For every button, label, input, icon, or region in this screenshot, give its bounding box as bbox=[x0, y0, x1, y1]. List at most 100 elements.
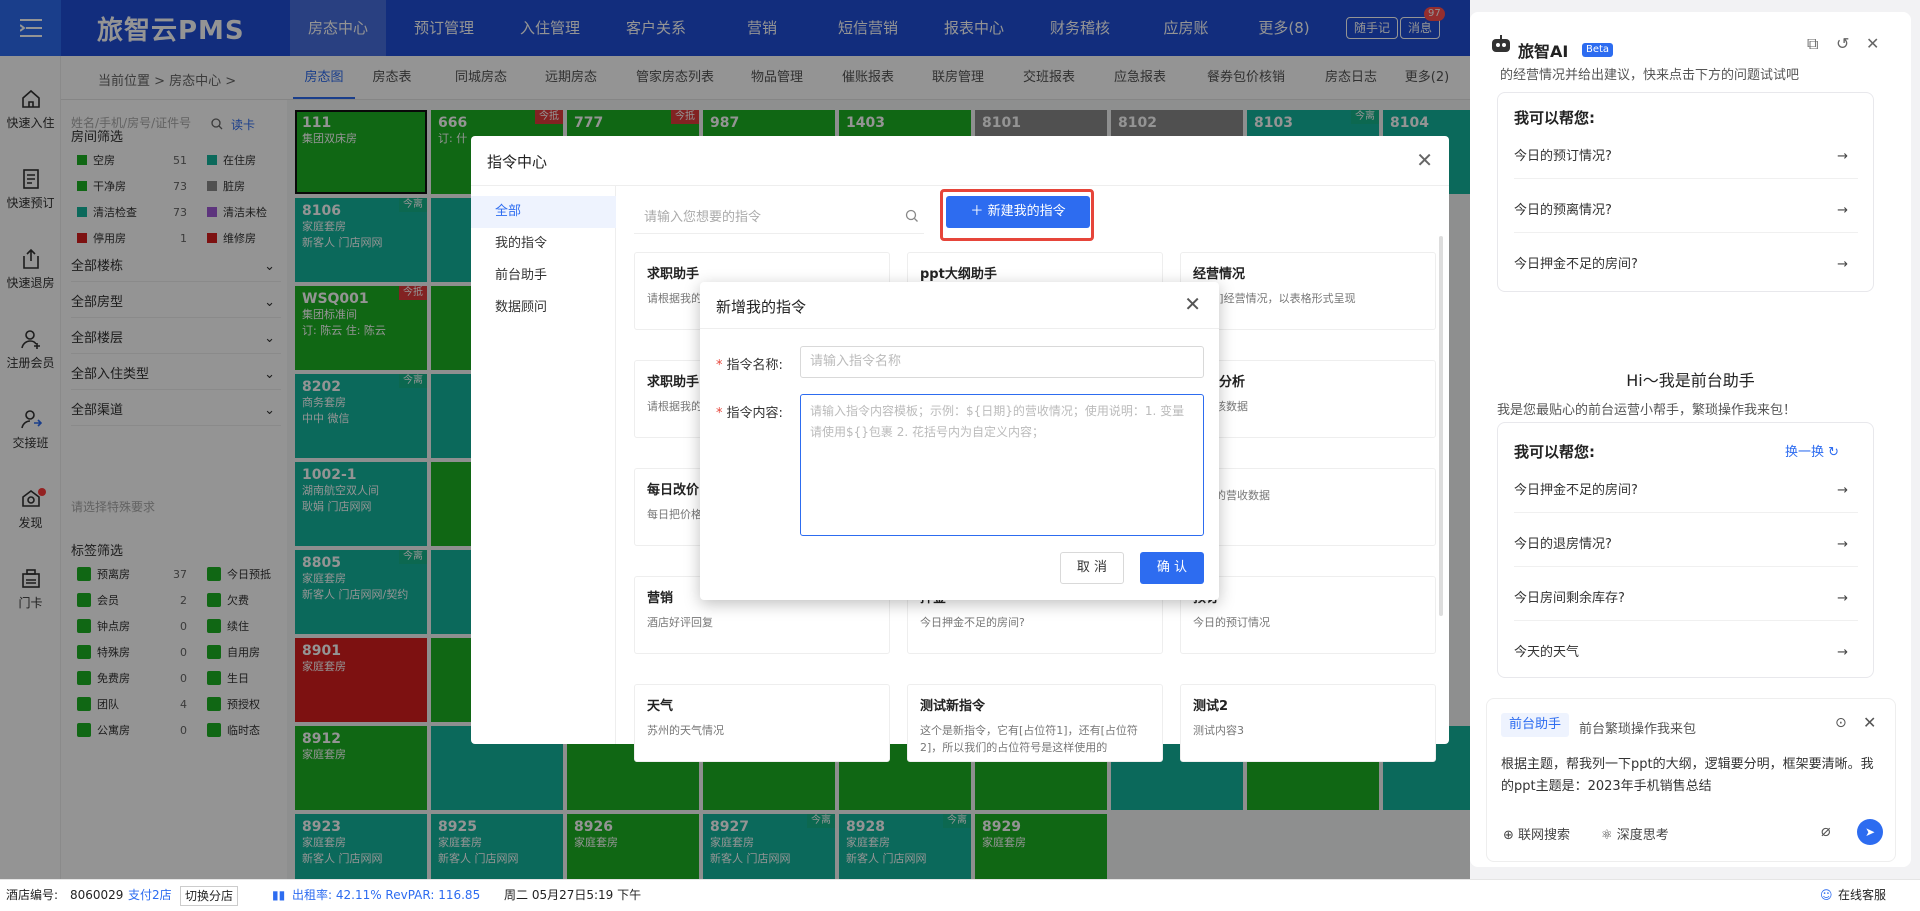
ai-card: 旅智AI Beta ⧉ ↺ ✕ 的经营情况并给出建议，快来点击下方的问题试试吧 … bbox=[1470, 12, 1911, 867]
category-data-advisor[interactable]: 数据顾问 bbox=[471, 292, 616, 324]
ai-assistant-panel: 旅智AI Beta ⧉ ↺ ✕ 的经营情况并给出建议，快来点击下方的问题试试吧 … bbox=[1470, 0, 1920, 879]
swap-label: 换一换 bbox=[1785, 445, 1825, 460]
category-front-desk[interactable]: 前台助手 bbox=[471, 260, 616, 292]
refresh-suggestions-button[interactable]: 换一换 ↻ bbox=[1785, 441, 1839, 460]
command-search-input[interactable]: 请输入您想要的指令 bbox=[634, 202, 924, 234]
attachment-icon[interactable]: ⌀ bbox=[1821, 821, 1831, 840]
card-description: 苏州的天气情况 bbox=[647, 724, 724, 737]
command-card[interactable]: 天气 苏州的天气情况 bbox=[634, 684, 890, 762]
card-title: 天气 bbox=[647, 699, 674, 714]
question-text: 今日的预离情况? bbox=[1514, 203, 1612, 218]
ai-name: 旅智AI bbox=[1518, 42, 1569, 61]
command-content-label: * 指令内容: bbox=[716, 402, 783, 421]
suggestion-question[interactable]: 今日房间剩余库存? → bbox=[1514, 577, 1858, 621]
card-title: 测试新指令 bbox=[920, 699, 986, 714]
ai-hint-text: 的经营情况并给出建议，快来点击下方的问题试试吧 bbox=[1500, 68, 1800, 83]
card-description: 今日的营收数据 bbox=[1193, 489, 1270, 502]
option-label: 深度思考 bbox=[1616, 828, 1669, 843]
mode-tag[interactable]: 前台助手 bbox=[1501, 713, 1570, 737]
command-content-textarea[interactable]: 请输入指令内容模板；示例：${日期}的营收情况；使用说明：1. 变量请使用${}… bbox=[800, 394, 1204, 536]
close-icon[interactable]: ✕ bbox=[1184, 292, 1201, 316]
dialog-header: 新增我的指令 ✕ bbox=[700, 282, 1219, 329]
help-title: 我可以帮您: bbox=[1514, 443, 1595, 461]
refresh-icon: ↻ bbox=[1828, 445, 1840, 460]
arrow-right-icon: → bbox=[1837, 257, 1848, 272]
switch-branch-button[interactable]: 切换分店 bbox=[180, 886, 239, 906]
suggestion-question[interactable]: 今天的天气 → bbox=[1514, 631, 1858, 675]
hotel-number-label: 酒店编号: bbox=[6, 888, 59, 902]
card-description: 这个是新指令，它有[占位符1]，还有[占位符2]，所以我们的占位符号是这样使用的 bbox=[920, 724, 1138, 754]
confirm-button[interactable]: 确 认 bbox=[1140, 552, 1204, 584]
command-card[interactable]: 测试2 测试内容3 bbox=[1180, 684, 1436, 762]
arrow-right-icon: → bbox=[1837, 149, 1848, 164]
robot-icon bbox=[1492, 35, 1510, 52]
globe-icon: ⊕ bbox=[1503, 828, 1519, 843]
category-mine[interactable]: 我的指令 bbox=[471, 228, 616, 260]
ai-input-box: 前台助手 前台繁琐操作我来包 ⊙ ✕ 根据主题，帮我列一下ppt的大纲，逻辑要分… bbox=[1486, 698, 1896, 862]
command-card[interactable]: 测试新指令这个是新指令，它有[占位符1]，还有[占位符2]，所以我们的占位符号是… bbox=[907, 684, 1163, 762]
history-icon[interactable]: ↺ bbox=[1836, 34, 1849, 53]
card-title: ppt大纲助手 bbox=[920, 267, 997, 282]
ai-greeting: Hi～我是前台助手 bbox=[1626, 371, 1755, 390]
label-text: 指令名称: bbox=[726, 358, 783, 373]
question-text: 今日的预订情况? bbox=[1514, 149, 1612, 164]
label-text: 指令内容: bbox=[726, 406, 783, 421]
web-search-toggle[interactable]: ⊕ 联网搜索 bbox=[1503, 824, 1570, 843]
chat-input[interactable]: 根据主题，帮我列一下ppt的大纲，逻辑要分明，框架要清晰。我的ppt主题是：20… bbox=[1501, 754, 1881, 798]
send-button[interactable]: ➤ bbox=[1857, 819, 1883, 845]
highlight-box bbox=[940, 189, 1094, 241]
atom-icon: ⚛ bbox=[1601, 828, 1617, 843]
option-label: 联网搜索 bbox=[1518, 828, 1571, 843]
dialog-header: 指令中心 ✕ bbox=[471, 136, 1449, 186]
help-icon[interactable]: ⊙ bbox=[1835, 715, 1847, 731]
arrow-right-icon: → bbox=[1837, 483, 1848, 498]
suggestion-box-bottom: 我可以帮您: 换一换 ↻ 今日押金不足的房间? → 今日的退房情况? → 今日房间剩… bbox=[1497, 422, 1874, 678]
question-text: 今日的退房情况? bbox=[1514, 537, 1612, 552]
card-title: 数据分析 bbox=[1193, 375, 1246, 390]
card-description: 酒店好评回复 bbox=[647, 616, 713, 629]
hotel-number: 8060029 bbox=[70, 888, 124, 902]
card-title: 经营情况 bbox=[1193, 267, 1246, 282]
branch-name[interactable]: 支付2店 bbox=[128, 880, 172, 911]
question-text: 今日押金不足的房间? bbox=[1514, 483, 1638, 498]
arrow-right-icon: → bbox=[1837, 537, 1848, 552]
suggestion-question[interactable]: 今日的预订情况? → bbox=[1514, 135, 1858, 179]
new-command-dialog: 新增我的指令 ✕ * 指令名称: 请输入指令名称 * 指令内容: 请输入指令内容模板… bbox=[700, 282, 1219, 600]
help-title: 我可以帮您: bbox=[1514, 109, 1595, 127]
close-icon[interactable]: ✕ bbox=[1863, 713, 1876, 732]
category-all[interactable]: 全部 bbox=[471, 196, 616, 228]
card-description: 今日押金不足的房间? bbox=[920, 616, 1025, 629]
suggestion-question[interactable]: 今日的退房情况? → bbox=[1514, 523, 1858, 567]
deep-think-toggle[interactable]: ⚛ 深度思考 bbox=[1601, 824, 1669, 843]
scrollbar[interactable] bbox=[1439, 236, 1443, 616]
close-icon[interactable]: ✕ bbox=[1416, 148, 1433, 172]
dialog-title: 新增我的指令 bbox=[716, 298, 807, 316]
arrow-right-icon: → bbox=[1837, 591, 1848, 606]
status-bar: 酒店编号: 8060029 支付2店 切换分店 ▮▮ 出租率: 42.11% R… bbox=[0, 879, 1920, 911]
current-datetime: 周二 05月27日5:19 下午 bbox=[504, 888, 642, 902]
suggestion-question[interactable]: 今日押金不足的房间? → bbox=[1514, 243, 1858, 287]
card-description: 测试内容3 bbox=[1193, 724, 1244, 737]
required-mark: * bbox=[716, 406, 723, 421]
cancel-button[interactable]: 取 消 bbox=[1060, 552, 1124, 584]
arrow-right-icon: → bbox=[1837, 645, 1848, 660]
online-support-button[interactable]: 在线客服 bbox=[1838, 880, 1886, 911]
card-title: 测试2 bbox=[1193, 699, 1229, 714]
dialog-title: 指令中心 bbox=[487, 153, 548, 171]
question-text: 今日房间剩余库存? bbox=[1514, 591, 1625, 606]
occupancy-stats: 出租率: 42.11% RevPAR: 116.85 bbox=[292, 888, 481, 902]
command-name-label: * 指令名称: bbox=[716, 354, 783, 373]
question-text: 今日押金不足的房间? bbox=[1514, 257, 1638, 272]
search-icon bbox=[905, 209, 918, 222]
new-chat-icon[interactable]: ⧉ bbox=[1807, 34, 1818, 54]
required-mark: * bbox=[716, 358, 723, 373]
suggestion-box-top: 我可以帮您: 今日的预订情况? → 今日的预离情况? → 今日押金不足的房间? → bbox=[1497, 92, 1874, 292]
suggestion-question[interactable]: 今日押金不足的房间? → bbox=[1514, 469, 1858, 513]
close-icon[interactable]: ✕ bbox=[1866, 34, 1879, 53]
support-icon: ☺ bbox=[1820, 888, 1833, 902]
mode-description: 前台繁琐操作我来包 bbox=[1579, 722, 1697, 737]
beta-badge: Beta bbox=[1582, 43, 1614, 57]
suggestion-question[interactable]: 今日的预离情况? → bbox=[1514, 189, 1858, 233]
arrow-right-icon: → bbox=[1837, 203, 1848, 218]
command-name-input[interactable]: 请输入指令名称 bbox=[800, 346, 1204, 378]
